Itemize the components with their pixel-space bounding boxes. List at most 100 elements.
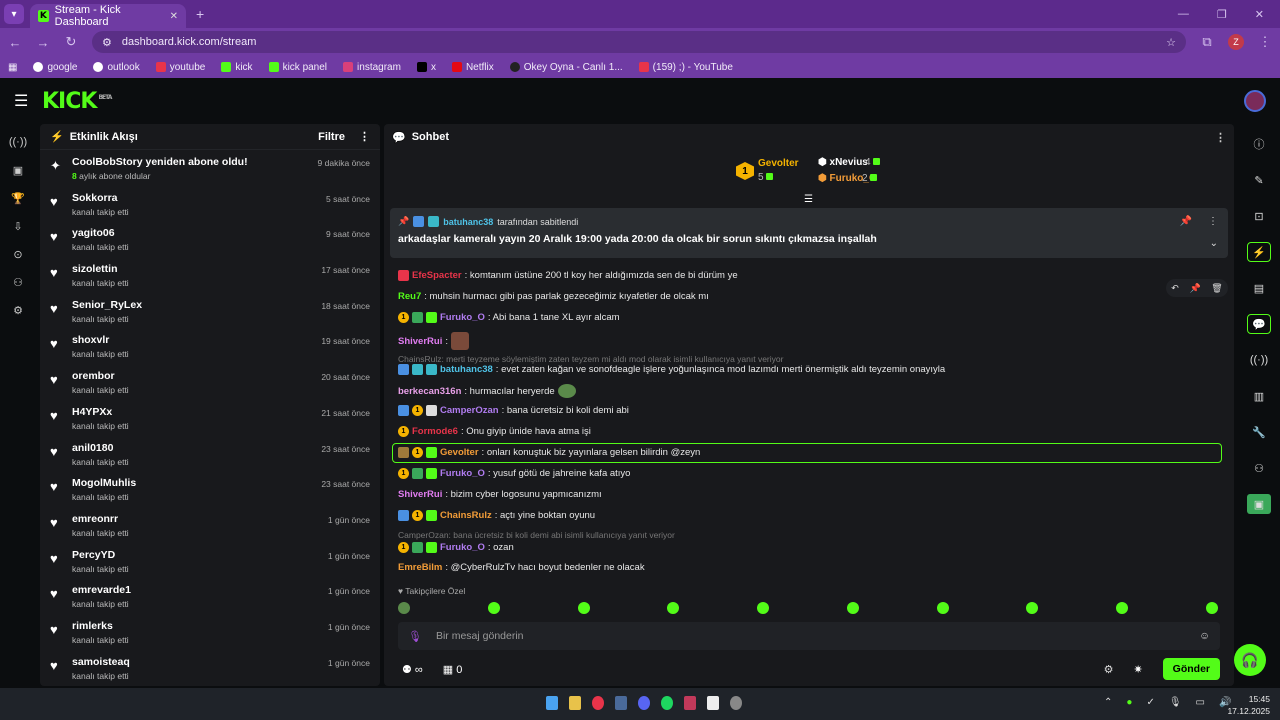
chat-username[interactable]: ShiverRui	[398, 336, 442, 347]
pin-message-icon[interactable]: 📌	[1189, 283, 1200, 294]
chat-message[interactable]: Reu7: muhsin hurmacı gibi pas parlak gez…	[398, 291, 709, 302]
tray-mic-icon[interactable]: 🎙	[1169, 697, 1182, 708]
chat-message[interactable]: berkecan316n: hurmacılar heryerde	[398, 384, 576, 398]
reply-icon[interactable]: ↶	[1171, 283, 1179, 294]
new-tab-icon[interactable]: +	[196, 6, 204, 22]
app-icon[interactable]: ▣	[1247, 494, 1271, 514]
emote-item[interactable]	[1026, 602, 1039, 614]
chat-effects-icon[interactable]: ✷	[1133, 663, 1142, 676]
pinned-by-user[interactable]: batuhanc38	[443, 217, 493, 227]
close-window-icon[interactable]: ✕	[1255, 8, 1264, 21]
tray-green-icon[interactable]: ●	[1126, 697, 1132, 708]
chat-message[interactable]: 1 Furuko_O: ozan	[398, 542, 514, 553]
settings-app-icon[interactable]	[730, 696, 742, 710]
activity-item[interactable]: ♥ yagito06 kanalı takip etti 9 saat önce	[40, 221, 380, 257]
activity-item[interactable]: ♥ Sokkorra kanalı takip etti 5 saat önce	[40, 186, 380, 222]
points-display[interactable]: ⚉ ∞	[402, 663, 423, 676]
chat-username[interactable]: Reu7	[398, 291, 421, 302]
activity-toggle-icon[interactable]: ⚡	[1247, 242, 1271, 262]
hamburger-menu-icon[interactable]: ☰	[14, 91, 36, 111]
emote-item[interactable]	[398, 602, 410, 614]
tab-kick-dashboard[interactable]: K Stream - Kick Dashboard ✕	[30, 4, 186, 28]
activity-menu-icon[interactable]: ⋮	[359, 130, 370, 143]
steam-active-icon[interactable]	[684, 696, 696, 710]
send-button[interactable]: Gönder	[1162, 658, 1220, 680]
chat-message[interactable]: ShiverRui:	[398, 332, 469, 350]
emote-item[interactable]	[487, 602, 500, 614]
tab-list-button[interactable]: ▾	[4, 4, 24, 24]
emote-item[interactable]	[1116, 602, 1129, 614]
chat-input[interactable]: 🎙 Bir mesaj gönderin ☺	[398, 622, 1220, 650]
chat-message[interactable]: 1 ChainsRulz: açtı yine boktan oyunu	[398, 510, 595, 521]
capcut-icon[interactable]	[707, 696, 719, 710]
activity-item[interactable]: ♥ emreonrr kanalı takip etti 1 gün önce	[40, 507, 380, 543]
broadcast-icon[interactable]: ((·))	[1247, 350, 1271, 370]
spotify-icon[interactable]	[661, 696, 673, 710]
chat-username[interactable]: Furuko_O	[440, 542, 485, 553]
tray-wifi-icon[interactable]: ▭	[1196, 697, 1205, 708]
activity-item[interactable]: ♥ samoisteaq kanalı takip etti 1 gün önce	[40, 650, 380, 686]
chat-message[interactable]: ShiverRui: bizim cyber logosunu yapmıcan…	[398, 489, 602, 500]
bookmark-outlook[interactable]: outlook	[93, 62, 140, 73]
chat-message[interactable]: 1 Gevolter: onları konuştuk biz yayınlara…	[398, 447, 700, 458]
unpin-icon[interactable]: 📌	[1180, 216, 1192, 227]
bookmark-okey[interactable]: Okey Oyna - Canlı 1...	[509, 62, 623, 73]
emote-item[interactable]	[1205, 602, 1218, 614]
chat-username[interactable]: EfeSpacter	[412, 270, 462, 281]
filter-button[interactable]: Filtre	[318, 131, 345, 143]
user-avatar[interactable]	[1244, 90, 1266, 112]
analytics-icon[interactable]: ▣	[13, 164, 23, 178]
activity-item[interactable]: ♥ anil0180 kanalı takip etti 23 saat önce	[40, 436, 380, 472]
bookmark-netflix[interactable]: Netflix	[451, 62, 494, 73]
upload-icon[interactable]: ⇩	[13, 220, 22, 234]
chat-message[interactable]: 1 Furuko_O: yusuf götü de jahreine kafa a…	[398, 468, 630, 479]
info-icon[interactable]: ⓘ	[1247, 134, 1271, 154]
emote-item[interactable]	[757, 602, 770, 614]
delete-icon[interactable]: 🗑	[1211, 283, 1222, 294]
leader-first-name[interactable]: Gevolter	[758, 158, 799, 169]
chat-menu-icon[interactable]: ⋮	[1215, 131, 1226, 144]
start-icon[interactable]	[546, 696, 558, 710]
bookmark-youtube[interactable]: youtube	[155, 62, 205, 73]
pinned-menu-icon[interactable]: ⋮	[1208, 216, 1218, 227]
chat-message[interactable]: batuhanc38: evet zaten kağan ve sonofdea…	[398, 364, 945, 375]
chat-message[interactable]: 1 Formode6: Onu giyip ünide hava atma işi	[398, 426, 591, 437]
bookmark-instagram[interactable]: instagram	[343, 62, 401, 73]
support-icon[interactable]: 🎧	[1234, 644, 1266, 676]
stream-icon[interactable]: ((·))	[9, 136, 27, 150]
emote-item[interactable]	[846, 602, 859, 614]
chat-username[interactable]: berkecan316n	[398, 386, 461, 397]
activity-item[interactable]: ♥ shoxvlr kanalı takip etti 19 saat önce	[40, 328, 380, 364]
wrench-icon[interactable]: 🔧	[1247, 422, 1271, 442]
forward-icon[interactable]: →	[36, 35, 50, 50]
chat-toggle-icon[interactable]: 💬	[1247, 314, 1271, 334]
bookmark-kick-panel[interactable]: kick panel	[268, 62, 327, 73]
profile-avatar[interactable]: Z	[1228, 34, 1244, 50]
store-count[interactable]: ▦ 0	[443, 663, 463, 676]
chat-username[interactable]: CamperOzan	[440, 405, 499, 416]
url-field[interactable]: ⚙ dashboard.kick.com/stream ☆	[92, 31, 1186, 53]
bookmark-youtube-2[interactable]: (159) ;) - YouTube	[638, 62, 733, 73]
maximize-icon[interactable]: ❐	[1217, 8, 1227, 21]
extensions-icon[interactable]: ⧉	[1200, 34, 1214, 50]
kick-logo[interactable]: KICK BETA	[42, 89, 112, 114]
emote-item[interactable]	[936, 602, 949, 614]
community-icon[interactable]: ⚇	[13, 276, 23, 290]
activity-item[interactable]: ♥ Senior_RyLex kanalı takip etti 18 saat ön…	[40, 293, 380, 329]
chat-username[interactable]: Gevolter	[440, 447, 479, 458]
reload-icon[interactable]: ↻	[64, 34, 78, 50]
activity-item[interactable]: ♥ MogolMuhlis kanalı takip etti 23 saat önc…	[40, 471, 380, 507]
emote-item[interactable]	[667, 602, 680, 614]
collapse-leaderboard-icon[interactable]: ☰	[804, 194, 813, 205]
apps-icon[interactable]: ▦	[8, 62, 17, 73]
chat-message[interactable]: EfeSpacter: komtanım üstüne 200 tl koy h…	[398, 270, 738, 281]
bookmark-kick[interactable]: kick	[221, 62, 253, 73]
activity-item[interactable]: ♥ H4YPXx kanalı takip etti 21 saat önce	[40, 400, 380, 436]
browser-menu-icon[interactable]: ⋮	[1258, 34, 1272, 50]
chat-username[interactable]: Furuko_O	[440, 468, 485, 479]
steam-icon[interactable]	[615, 696, 627, 710]
bookmark-x[interactable]: x	[416, 62, 436, 73]
tray-steam-icon[interactable]: ✓	[1146, 697, 1154, 708]
minimize-icon[interactable]: —	[1178, 8, 1189, 21]
queue-icon[interactable]: ▥	[1247, 386, 1271, 406]
